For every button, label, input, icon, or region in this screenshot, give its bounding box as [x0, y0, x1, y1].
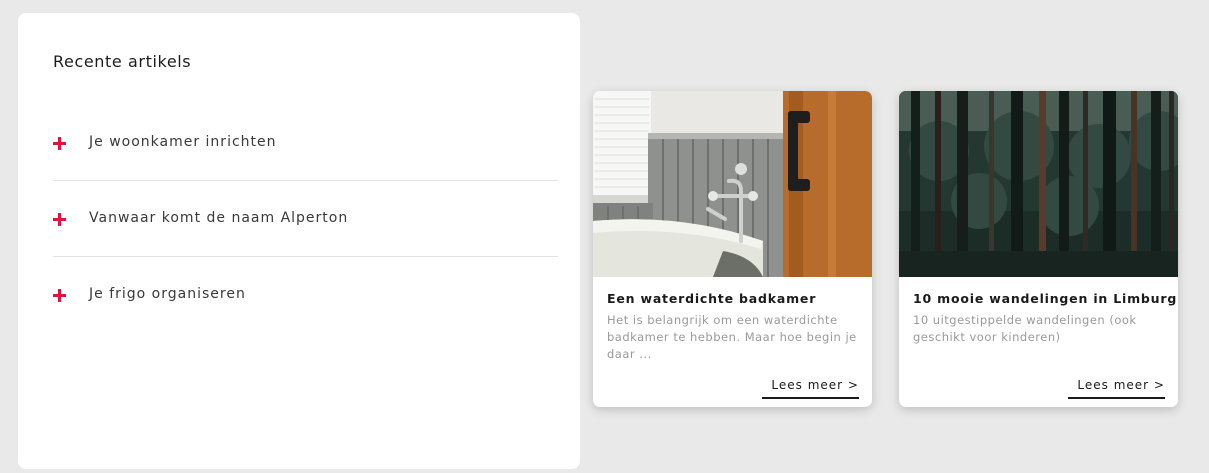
read-more-link[interactable]: Lees meer >: [1068, 378, 1165, 399]
list-item-label: Je frigo organiseren: [89, 286, 246, 302]
card-title: Een waterdichte badkamer: [607, 291, 817, 306]
list-item-label: Vanwaar komt de naam Alperton: [89, 210, 349, 226]
read-more-link[interactable]: Lees meer >: [762, 378, 859, 399]
list-item[interactable]: Vanwaar komt de naam Alperton: [53, 181, 558, 257]
card-title: 10 mooie wandelingen in Limburg: [913, 291, 1178, 306]
recent-articles-panel: Recente artikels Je woonkamer inrichten …: [18, 13, 580, 469]
recent-articles-title: Recente artikels: [53, 52, 192, 71]
plus-icon: [53, 213, 66, 226]
card-description: 10 uitgestippelde wandelingen (ook gesch…: [913, 313, 1137, 344]
plus-icon: [53, 289, 66, 302]
article-card-bathroom: Een waterdichte badkamer Het is belangri…: [593, 91, 872, 407]
list-item[interactable]: Je frigo organiseren: [53, 257, 558, 332]
recent-articles-list: Je woonkamer inrichten Vanwaar komt de n…: [53, 105, 558, 332]
list-item-label: Je woonkamer inrichten: [89, 134, 277, 150]
card-description: Het is belangrijk om een waterdichte bad…: [607, 313, 857, 361]
plus-icon: [53, 137, 66, 150]
list-item[interactable]: Je woonkamer inrichten: [53, 105, 558, 181]
forest-photo: [899, 91, 1178, 277]
bathroom-photo: [593, 91, 872, 277]
article-card-forest: 10 mooie wandelingen in Limburg 10 uitge…: [899, 91, 1178, 407]
